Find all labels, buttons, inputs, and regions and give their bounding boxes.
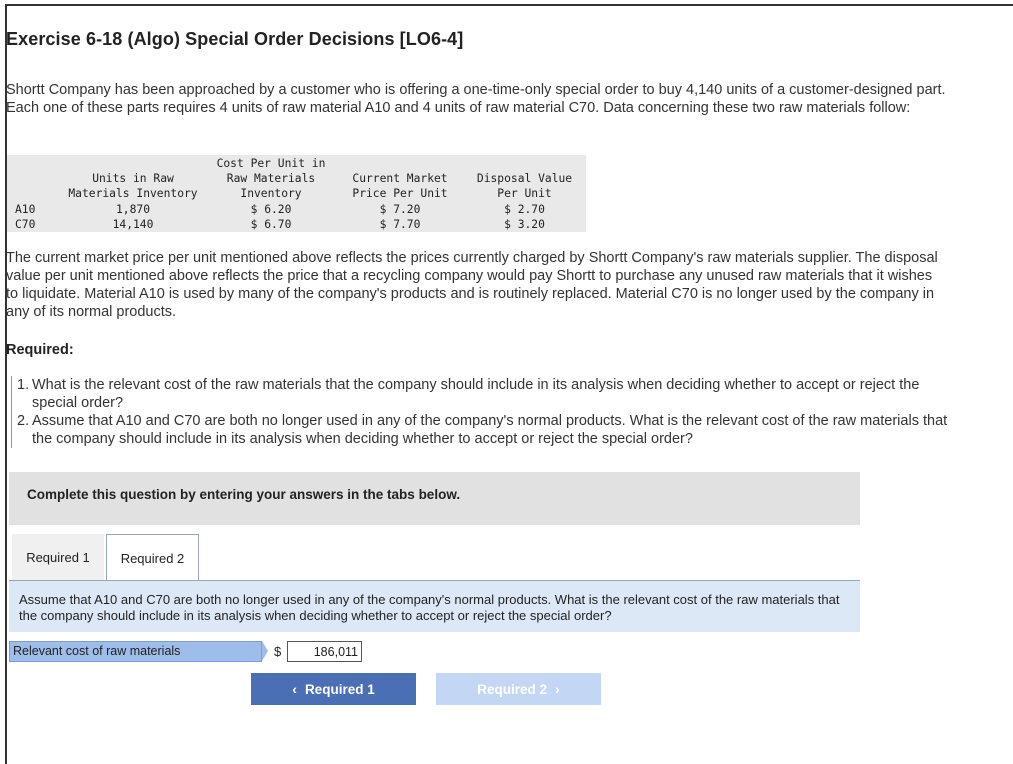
intro-paragraph: Shortt Company has been approached by a … [6,82,946,116]
chevron-left-icon: ‹ [292,681,297,697]
row-a10-market: $ 7.20 [379,203,421,216]
header-market: Current Market Price Per Unit [352,172,448,200]
tab-required-1[interactable]: Required 1 [12,534,104,580]
question-panel: Assume that A10 and C70 are both no long… [9,580,860,632]
row-c70-cost: $ 6.70 [250,218,292,231]
explanation-paragraph: The current market price per unit mentio… [6,250,938,320]
row-c70-disposal: $ 3.20 [504,218,545,231]
prev-required-button[interactable]: ‹ Required 1 [251,673,416,705]
row-a10-material: A10 [15,203,36,216]
row-c70-units: 14,140 [112,218,154,231]
row-a10-units: 1,870 [115,203,150,216]
chevron-right-icon: › [555,681,560,697]
required-heading: Required: [6,342,74,358]
requirement-item: 2. Assume that A10 and C70 are both no l… [17,413,948,447]
currency-symbol: $ [274,644,282,659]
label-arrow-icon [262,641,268,661]
instruction-banner: Complete this question by entering your … [9,472,860,525]
requirements-list: 1. What is the relevant cost of the raw … [11,376,952,448]
tab-required-2[interactable]: Required 2 [106,534,199,581]
header-units: Units in Raw Materials Inventory [68,172,198,200]
raw-materials-table: Units in Raw Materials Inventory Cost Pe… [7,155,586,232]
row-a10-cost: $ 6.20 [250,203,292,216]
answer-label: Relevant cost of raw materials [9,641,262,662]
row-c70-market: $ 7.70 [379,218,421,231]
requirement-item: 1. What is the relevant cost of the raw … [17,377,920,411]
exercise-title: Exercise 6-18 (Algo) Special Order Decis… [6,29,464,49]
instruction-text: Complete this question by entering your … [27,487,461,502]
row-a10-disposal: $ 2.70 [504,203,545,216]
header-disposal: Disposal Value Per Unit [476,172,573,200]
row-c70-material: C70 [15,218,36,231]
relevant-cost-input[interactable] [287,641,362,662]
header-cost: Cost Per Unit in Raw Materials Inventory [216,157,326,200]
next-required-button[interactable]: Required 2 › [436,673,601,705]
question-text: Assume that A10 and C70 are both no long… [19,592,840,623]
